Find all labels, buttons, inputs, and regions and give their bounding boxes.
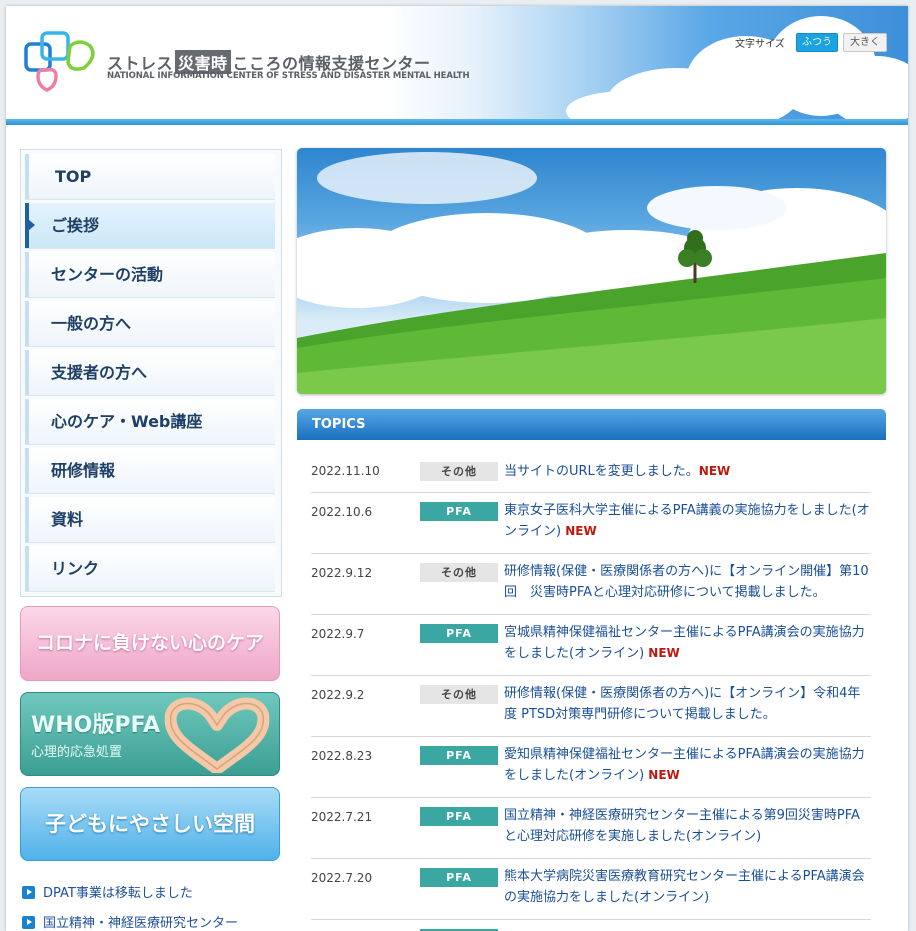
news-date: 2022.9.12 [311, 566, 373, 580]
link-dpat[interactable]: DPAT事業は移転しました [22, 882, 193, 901]
news-link[interactable]: 宮城県精神保健福祉センター主催によるPFA講演会の実施協力をしました(オンライン… [504, 622, 871, 664]
who-pfa-subtitle: 心理的応急処置 [31, 745, 123, 760]
news-link[interactable]: 愛知県精神保健福祉センター主催によるPFA講演会の実施協力をしました(オンライン… [504, 744, 871, 786]
news-category-badge: その他 [420, 462, 498, 481]
news-item [311, 919, 871, 931]
page-frame: ストレス 災害時 こころの情報支援センター NATIONAL INFORMATION… [6, 6, 908, 931]
header-divider [6, 119, 908, 125]
news-category-badge: PFA [420, 746, 498, 765]
news-category-badge: PFA [420, 502, 498, 521]
news-date: 2022.7.21 [311, 810, 373, 824]
font-size-normal-button[interactable]: ふつう [796, 33, 838, 52]
new-badge: NEW [648, 646, 680, 660]
news-title: 東京女子医科大学主催によるPFA講義の実施協力をしました(オンライン) [504, 503, 870, 539]
news-link[interactable]: 東京女子医科大学主催によるPFA講義の実施協力をしました(オンライン) NEW [504, 500, 871, 542]
news-title: 宮城県精神保健福祉センター主催によるPFA講演会の実施協力をしました(オンライン… [504, 625, 865, 661]
link-ncnp-label: 国立精神・神経医療研究センター [43, 916, 239, 931]
news-title: 愛知県精神保健福祉センター主催によるPFA講演会の実施協力をしました(オンライン… [504, 747, 865, 783]
nav-item-supporters[interactable]: 支援者の方へ [25, 350, 275, 395]
news-item: 2022.7.21 PFA 国立精神・神経医療研究センター主催による第9回災害時… [311, 797, 871, 859]
news-link[interactable]: 研修情報(保健・医療関係者の方へ)に【オンライン】令和4年度 PTSD対策専門研… [504, 683, 871, 725]
link-ncnp[interactable]: 国立精神・神経医療研究センター [22, 912, 238, 931]
news-category-badge: PFA [420, 807, 498, 826]
nav-item-web-course[interactable]: 心のケア・Web講座 [25, 399, 275, 444]
site-logo-icon[interactable] [24, 30, 102, 96]
news-category-badge: PFA [420, 624, 498, 643]
topics-heading: TOPICS [297, 409, 886, 440]
news-date: 2022.10.6 [311, 505, 373, 519]
arrow-right-icon [22, 916, 35, 929]
font-size-large-button[interactable]: 大きく [843, 33, 887, 52]
news-item: 2022.7.20 PFA 熊本大学病院災害医療教育研究センター主催によるPFA… [311, 858, 871, 920]
news-category-badge: その他 [420, 685, 498, 704]
news-link[interactable]: 研修情報(保健・医療関係者の方へ)に【オンライン開催】第10回 災害時PFAと心… [504, 561, 871, 603]
nav-item-greeting[interactable]: ご挨拶 [25, 203, 275, 248]
news-date: 2022.7.20 [311, 871, 373, 885]
site-title-english: NATIONAL INFORMATION CENTER OF STRESS AN… [107, 71, 470, 81]
news-date: 2022.8.23 [311, 749, 373, 763]
news-title: 当サイトのURLを変更しました。 [504, 464, 699, 479]
who-pfa-banner[interactable]: WHO版PFA 心理的応急処置 [20, 692, 280, 776]
news-date: 2022.11.10 [311, 464, 380, 478]
hill-landscape-illustration [297, 152, 886, 394]
nav-item-top[interactable]: TOP [25, 154, 275, 199]
news-link[interactable]: 国立精神・神経医療研究センター主催による第9回災害時PFAと心理対応研修を実施し… [504, 805, 871, 847]
nav-item-materials[interactable]: 資料 [25, 497, 275, 542]
link-dpat-label: DPAT事業は移転しました [43, 886, 193, 901]
new-badge: NEW [648, 768, 680, 782]
font-size-label: 文字サイズ [735, 39, 785, 50]
new-badge: NEW [565, 524, 597, 538]
arrow-right-icon [22, 886, 35, 899]
who-pfa-title: WHO版PFA [31, 713, 161, 738]
nav-item-training[interactable]: 研修情報 [25, 448, 275, 493]
news-link[interactable]: 熊本大学病院災害医療教育研究センター主催によるPFA講演会の実施協力をしました(… [504, 866, 871, 908]
site-header: ストレス 災害時 こころの情報支援センター NATIONAL INFORMATION… [6, 6, 908, 119]
news-date: 2022.9.2 [311, 688, 365, 702]
child-friendly-space-banner[interactable]: 子どもにやさしい空間 [20, 787, 280, 861]
news-item: 2022.9.7 PFA 宮城県精神保健福祉センター主催によるPFA講演会の実施… [311, 614, 871, 676]
nav-item-general-public[interactable]: 一般の方へ [25, 301, 275, 346]
new-badge: NEW [698, 464, 731, 478]
heart-hands-icon [164, 697, 270, 773]
news-item: 2022.10.6 PFA 東京女子医科大学主催によるPFA講義の実施協力をしま… [311, 492, 871, 554]
hero-image [297, 148, 886, 394]
nav-item-activities[interactable]: センターの活動 [25, 252, 275, 297]
nav-item-links[interactable]: リンク [25, 546, 275, 591]
news-item: 2022.9.2 その他 研修情報(保健・医療関係者の方へ)に【オンライン】令和… [311, 675, 871, 737]
news-link[interactable]: 当サイトのURLを変更しました。NEW [504, 461, 871, 482]
news-category-badge: PFA [420, 868, 498, 887]
sidebar-nav: TOP ご挨拶 センターの活動 一般の方へ 支援者の方へ 心のケア・Web講座 … [20, 149, 282, 597]
corona-care-banner[interactable]: コロナに負けない心のケア [20, 606, 280, 681]
news-item: 2022.11.10 その他 当サイトのURLを変更しました。NEW [311, 452, 871, 493]
news-item: 2022.8.23 PFA 愛知県精神保健福祉センター主催によるPFA講演会の実… [311, 736, 871, 798]
news-item: 2022.9.12 その他 研修情報(保健・医療関係者の方へ)に【オンライン開催… [311, 553, 871, 615]
news-category-badge: その他 [420, 563, 498, 582]
news-date: 2022.9.7 [311, 627, 365, 641]
